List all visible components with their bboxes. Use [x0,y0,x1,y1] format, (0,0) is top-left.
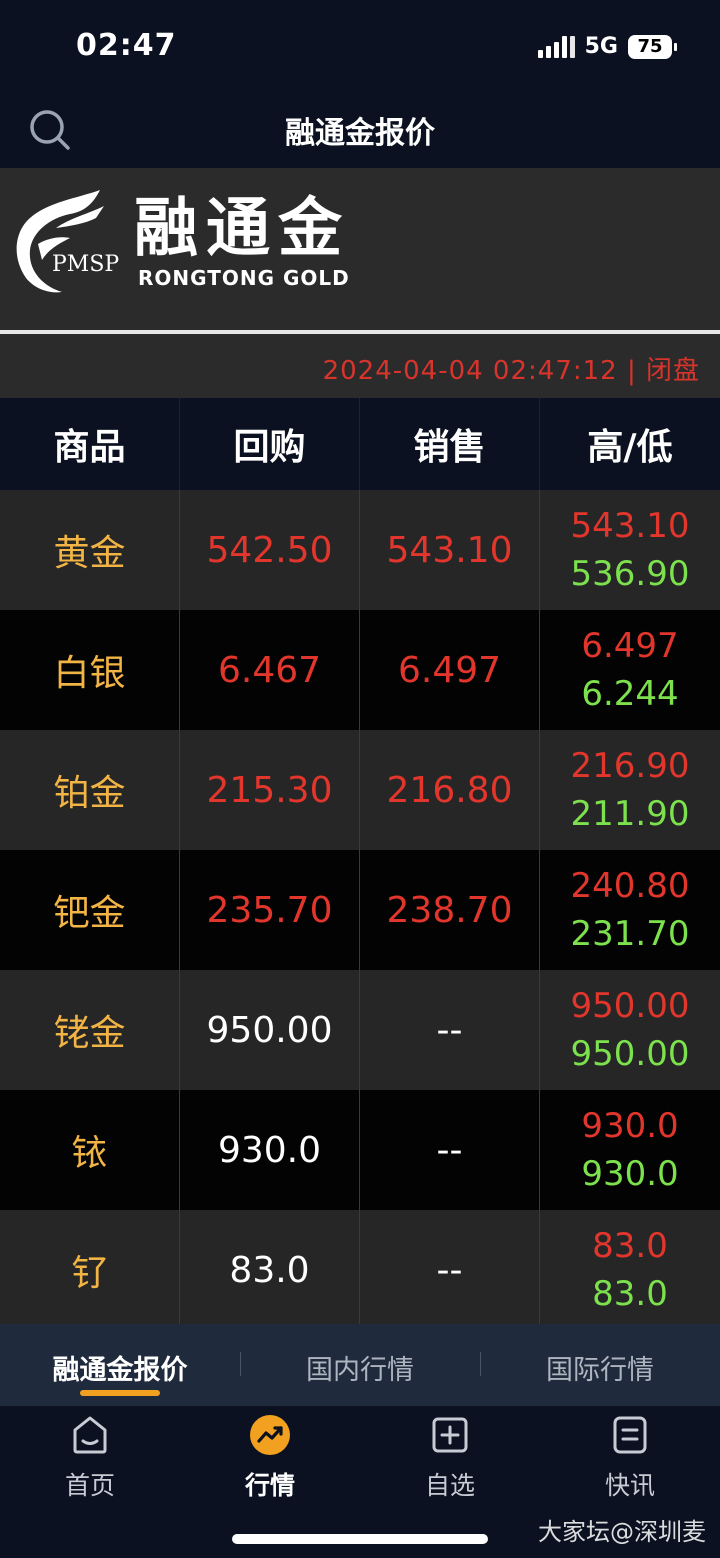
product-name: 铱 [0,1090,180,1210]
header-buyback: 回购 [180,398,360,490]
high-price: 950.00 [570,986,690,1026]
sell-price: 6.497 [360,610,540,730]
product-name: 铑金 [0,970,180,1090]
high-low: 240.80 231.70 [540,850,720,970]
brand-name-cn: 融通金 [134,192,350,266]
brand-name-en: RONGTONG GOLD [138,266,350,290]
high-price: 83.0 [592,1226,668,1266]
sell-price: 216.80 [360,730,540,850]
high-price: 6.497 [581,626,679,666]
sell-price: -- [360,1090,540,1210]
quote-subtabs: 融通金报价 国内行情 国际行情 [0,1324,720,1406]
sell-price: 238.70 [360,850,540,970]
table-row[interactable]: 白银 6.467 6.497 6.497 6.244 [0,610,720,730]
buyback-price: 83.0 [180,1210,360,1330]
network-type: 5G [584,34,618,59]
buyback-price: 6.467 [180,610,360,730]
buyback-price: 235.70 [180,850,360,970]
high-low: 543.10 536.90 [540,490,720,610]
high-low: 83.0 83.0 [540,1210,720,1330]
low-price: 950.00 [570,1034,690,1074]
table-body: 黄金 542.50 543.10 543.10 536.90 白银 6.467 … [0,490,720,1330]
table-header: 商品 回购 销售 高/低 [0,398,720,490]
product-name: 黄金 [0,490,180,610]
nav-bar: 融通金报价 [0,96,720,168]
low-price: 231.70 [570,914,690,954]
table-row[interactable]: 铂金 215.30 216.80 216.90 211.90 [0,730,720,850]
buyback-price: 215.30 [180,730,360,850]
sell-price: -- [360,970,540,1090]
high-price: 543.10 [570,506,690,546]
brand-mark-text: PMSP [52,252,120,277]
product-name: 铂金 [0,730,180,850]
market-trend-icon [250,1415,290,1455]
home-indicator[interactable] [232,1534,488,1544]
market-status-bar: 2024-04-04 02:47:12 | 闭盘 [0,334,720,398]
tab-label: 行情 [244,1471,295,1500]
subtab-international-market[interactable]: 国际行情 [480,1324,720,1406]
brand-banner: PMSP 融通金 RONGTONG GOLD [0,168,720,330]
high-low: 6.497 6.244 [540,610,720,730]
buyback-price: 930.0 [180,1090,360,1210]
high-low: 930.0 930.0 [540,1090,720,1210]
home-icon [73,1416,107,1454]
low-price: 6.244 [581,674,679,714]
product-name: 钌 [0,1210,180,1330]
tab-label: 快讯 [604,1471,655,1500]
low-price: 536.90 [570,554,690,594]
high-low: 216.90 211.90 [540,730,720,850]
subtab-rongtong-quote[interactable]: 融通金报价 [0,1324,240,1406]
high-price: 216.90 [570,746,690,786]
product-name: 白银 [0,610,180,730]
buyback-price: 542.50 [180,490,360,610]
status-bar: 02:47 5G 75 [0,0,720,96]
high-low: 950.00 950.00 [540,970,720,1090]
news-icon [613,1416,647,1454]
status-indicators: 5G 75 [537,34,677,59]
header-product: 商品 [0,398,180,490]
add-watchlist-icon [432,1417,468,1453]
sell-price: 543.10 [360,490,540,610]
market-timestamp: 2024-04-04 02:47:12 | 闭盘 [322,356,700,386]
dragon-logo-icon [16,190,104,293]
tab-label: 首页 [64,1471,115,1500]
subtab-domestic-market[interactable]: 国内行情 [240,1324,480,1406]
status-time: 02:47 [76,28,177,63]
sell-price: -- [360,1210,540,1330]
product-name: 钯金 [0,850,180,970]
table-row[interactable]: 铱 930.0 -- 930.0 930.0 [0,1090,720,1210]
price-table: 商品 回购 销售 高/低 黄金 542.50 543.10 543.10 536… [0,398,720,1330]
header-sell: 销售 [360,398,540,490]
buyback-price: 950.00 [180,970,360,1090]
low-price: 211.90 [570,794,690,834]
battery-icon: 75 [628,34,677,59]
header-high-low: 高/低 [587,427,673,468]
table-row[interactable]: 铑金 950.00 -- 950.00 950.00 [0,970,720,1090]
high-price: 930.0 [581,1106,679,1146]
table-row[interactable]: 钯金 235.70 238.70 240.80 231.70 [0,850,720,970]
tab-label: 自选 [424,1471,475,1500]
page-title: 融通金报价 [285,116,435,151]
table-row[interactable]: 黄金 542.50 543.10 543.10 536.90 [0,490,720,610]
tab-home[interactable]: 首页 [0,1406,180,1558]
high-price: 240.80 [570,866,690,906]
table-row[interactable]: 钌 83.0 -- 83.0 83.0 [0,1210,720,1330]
low-price: 83.0 [592,1274,668,1314]
watermark: 大家坛@深圳麦 [538,1518,706,1546]
signal-icon [537,35,575,58]
low-price: 930.0 [581,1154,679,1194]
